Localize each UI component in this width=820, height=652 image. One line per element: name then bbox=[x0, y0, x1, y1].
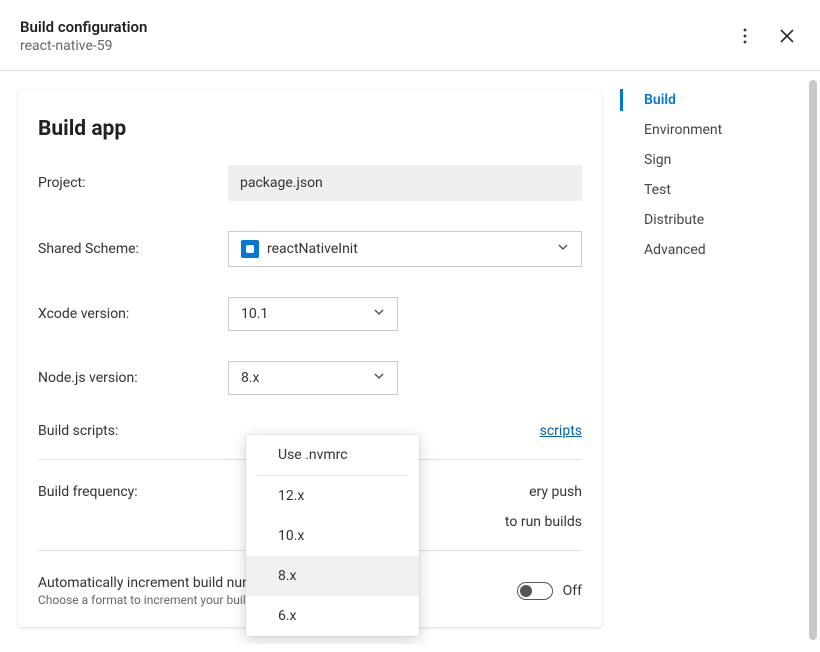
node-label: Node.js version: bbox=[38, 370, 228, 386]
project-value: package.json bbox=[228, 165, 582, 201]
app-icon bbox=[241, 240, 259, 258]
scheme-value: reactNativeInit bbox=[267, 241, 358, 257]
node-value: 8.x bbox=[241, 370, 260, 386]
chevron-down-icon bbox=[557, 241, 569, 257]
header-actions bbox=[736, 27, 796, 45]
xcode-row: Xcode version: 10.1 bbox=[38, 297, 582, 331]
scheme-label: Shared Scheme: bbox=[38, 241, 228, 257]
xcode-select[interactable]: 10.1 bbox=[228, 297, 398, 331]
dropdown-option-nvmrc[interactable]: Use .nvmrc bbox=[246, 435, 419, 475]
node-row: Node.js version: 8.x bbox=[38, 361, 582, 395]
dropdown-option-8[interactable]: 8.x bbox=[246, 556, 419, 596]
main-panel: Build app Project: package.json Shared S… bbox=[0, 71, 620, 644]
toggle-state-label: Off bbox=[563, 583, 582, 599]
header: Build configuration react-native-59 bbox=[0, 0, 820, 71]
more-icon bbox=[736, 27, 754, 45]
build-scripts-label: Build scripts: bbox=[38, 423, 228, 439]
chevron-down-icon bbox=[373, 306, 385, 322]
sidebar-item-build[interactable]: Build bbox=[620, 85, 820, 115]
toggle-knob bbox=[520, 585, 532, 597]
chevron-down-icon bbox=[373, 370, 385, 386]
project-row: Project: package.json bbox=[38, 165, 582, 201]
project-field: package.json bbox=[228, 165, 582, 201]
header-title: Build configuration bbox=[20, 18, 147, 36]
header-left: Build configuration react-native-59 bbox=[20, 18, 147, 54]
scheme-select[interactable]: reactNativeInit bbox=[228, 231, 582, 267]
project-label: Project: bbox=[38, 175, 228, 191]
node-version-dropdown: Use .nvmrc 12.x 10.x 8.x 6.x bbox=[246, 435, 419, 636]
sidebar-item-sign[interactable]: Sign bbox=[620, 145, 820, 175]
sidebar-item-distribute[interactable]: Distribute bbox=[620, 205, 820, 235]
scheme-row: Shared Scheme: reactNativeInit bbox=[38, 231, 582, 267]
dropdown-option-6[interactable]: 6.x bbox=[246, 596, 419, 636]
xcode-label: Xcode version: bbox=[38, 306, 228, 322]
sidebar: Build Environment Sign Test Distribute A… bbox=[620, 71, 820, 644]
sidebar-item-environment[interactable]: Environment bbox=[620, 115, 820, 145]
auto-increment-subtitle: Choose a format to increment your builds… bbox=[38, 593, 274, 607]
auto-increment-toggle[interactable] bbox=[517, 582, 553, 600]
node-select[interactable]: 8.x bbox=[228, 361, 398, 395]
dropdown-option-10[interactable]: 10.x bbox=[246, 516, 419, 556]
build-scripts-link[interactable]: scripts bbox=[540, 423, 582, 439]
sidebar-item-test[interactable]: Test bbox=[620, 175, 820, 205]
dropdown-option-12[interactable]: 12.x bbox=[246, 476, 419, 516]
close-button[interactable] bbox=[778, 27, 796, 45]
sidebar-item-advanced[interactable]: Advanced bbox=[620, 235, 820, 265]
body: Build app Project: package.json Shared S… bbox=[0, 71, 820, 644]
scheme-control: reactNativeInit bbox=[228, 231, 582, 267]
scrollbar[interactable] bbox=[809, 80, 817, 640]
build-card: Build app Project: package.json Shared S… bbox=[18, 89, 602, 627]
more-button[interactable] bbox=[736, 27, 754, 45]
xcode-value: 10.1 bbox=[241, 306, 268, 322]
header-subtitle: react-native-59 bbox=[20, 38, 147, 54]
frequency-label: Build frequency: bbox=[38, 484, 228, 500]
auto-increment-title: Automatically increment build number bbox=[38, 575, 274, 591]
close-icon bbox=[778, 27, 796, 45]
card-title: Build app bbox=[38, 117, 582, 141]
